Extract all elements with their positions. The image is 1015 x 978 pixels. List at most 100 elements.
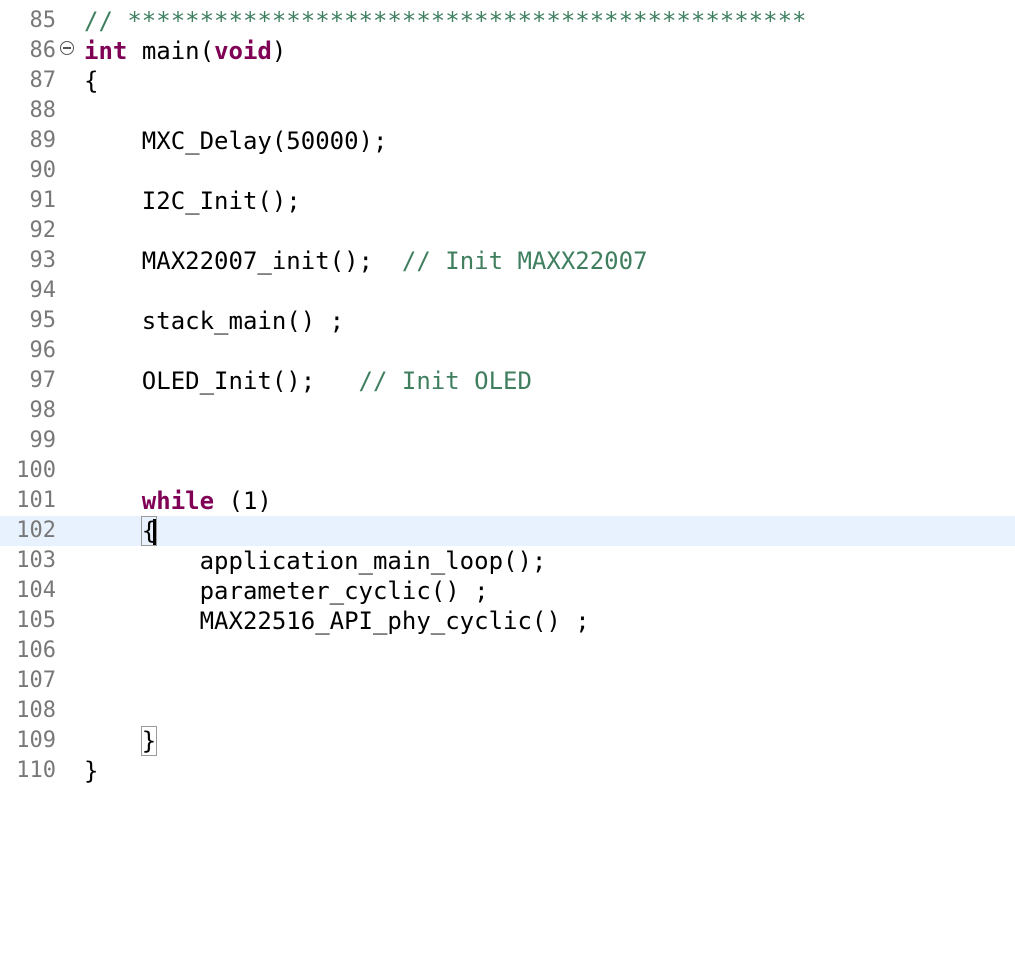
- code-text[interactable]: parameter_cyclic() ;: [84, 576, 489, 606]
- code-line[interactable]: 110}: [0, 756, 1015, 786]
- code-text[interactable]: int main(void): [84, 36, 286, 66]
- code-token: MAX22516_API_phy_cyclic() ;: [84, 607, 590, 635]
- line-gutter: 108: [0, 696, 78, 726]
- current-code-line[interactable]: 102 {: [0, 516, 1015, 546]
- line-gutter: 104: [0, 576, 78, 606]
- line-gutter: 95: [0, 306, 78, 336]
- code-line[interactable]: 86 int main(void): [0, 36, 1015, 66]
- line-number: 108: [16, 698, 56, 723]
- line-gutter: 96: [0, 336, 78, 366]
- line-gutter: 105: [0, 606, 78, 636]
- code-line[interactable]: 95 stack_main() ;: [0, 306, 1015, 336]
- fold-collapse-icon[interactable]: [60, 41, 74, 55]
- code-text[interactable]: application_main_loop();: [84, 546, 547, 576]
- line-gutter: 97: [0, 366, 78, 396]
- code-line[interactable]: 108: [0, 696, 1015, 726]
- code-line[interactable]: 90: [0, 156, 1015, 186]
- line-number: 104: [16, 578, 56, 603]
- matching-brace: }: [140, 726, 158, 756]
- line-number: 103: [16, 548, 56, 573]
- code-token: stack_main() ;: [84, 307, 345, 335]
- line-gutter: 98: [0, 396, 78, 426]
- line-gutter: 88: [0, 96, 78, 126]
- code-token: {: [84, 67, 99, 95]
- code-line[interactable]: 94: [0, 276, 1015, 306]
- function-name-token: main: [141, 37, 200, 65]
- code-text[interactable]: OLED_Init(); // Init OLED: [84, 366, 532, 396]
- code-editor[interactable]: 85 // ***********************************…: [0, 0, 1015, 978]
- code-text[interactable]: MAX22516_API_phy_cyclic() ;: [84, 606, 590, 636]
- keyword-token: void: [214, 37, 272, 65]
- code-line[interactable]: 106: [0, 636, 1015, 666]
- code-text[interactable]: while (1): [84, 486, 272, 516]
- code-line[interactable]: 85 // ***********************************…: [0, 6, 1015, 36]
- line-number: 97: [29, 368, 57, 393]
- code-token: MAX22007_init();: [84, 247, 402, 275]
- code-line[interactable]: 104 parameter_cyclic() ;: [0, 576, 1015, 606]
- line-number: 95: [29, 308, 57, 333]
- code-line[interactable]: 91 I2C_Init();: [0, 186, 1015, 216]
- line-number: 99: [29, 428, 57, 453]
- code-text[interactable]: }: [84, 756, 98, 786]
- line-gutter: 107: [0, 666, 78, 696]
- code-line[interactable]: 101 while (1): [0, 486, 1015, 516]
- code-text[interactable]: MAX22007_init(); // Init MAXX22007: [84, 246, 648, 276]
- line-number: 89: [29, 128, 57, 153]
- line-gutter: 100: [0, 456, 78, 486]
- code-line[interactable]: 107: [0, 666, 1015, 696]
- line-gutter: 90: [0, 156, 78, 186]
- code-line[interactable]: 87 {: [0, 66, 1015, 96]
- code-token: ): [271, 37, 287, 65]
- line-number: 92: [29, 218, 57, 243]
- code-line[interactable]: 105 MAX22516_API_phy_cyclic() ;: [0, 606, 1015, 636]
- code-token: application_main_loop();: [84, 547, 547, 575]
- line-gutter: 110: [0, 756, 78, 786]
- text-cursor: [153, 519, 157, 545]
- code-line[interactable]: 100: [0, 456, 1015, 486]
- line-gutter: 109: [0, 726, 78, 756]
- comment-token: // *************************************…: [84, 7, 807, 35]
- code-token: (: [199, 37, 215, 65]
- code-text[interactable]: }: [84, 726, 158, 756]
- code-line[interactable]: 97 OLED_Init(); // Init OLED: [0, 366, 1015, 396]
- line-number: 101: [16, 488, 56, 513]
- line-number: 94: [29, 278, 57, 303]
- line-number: 105: [16, 608, 56, 633]
- code-text[interactable]: stack_main() ;: [84, 306, 344, 336]
- code-text[interactable]: MXC_Delay(50000);: [84, 126, 388, 156]
- code-line[interactable]: 99: [0, 426, 1015, 456]
- code-line[interactable]: 88: [0, 96, 1015, 126]
- code-line[interactable]: 92: [0, 216, 1015, 246]
- code-line[interactable]: 98: [0, 396, 1015, 426]
- line-gutter: 94: [0, 276, 78, 306]
- code-text[interactable]: {: [84, 516, 158, 546]
- code-line[interactable]: 109 }: [0, 726, 1015, 756]
- code-token: (1): [214, 487, 272, 515]
- code-line[interactable]: 96: [0, 336, 1015, 366]
- line-gutter: 85: [0, 6, 78, 36]
- line-gutter: 101: [0, 486, 78, 516]
- code-token: OLED_Init();: [84, 367, 359, 395]
- line-number: 85: [29, 8, 57, 33]
- line-number: 88: [29, 98, 57, 123]
- line-gutter: 91: [0, 186, 78, 216]
- line-number: 90: [29, 158, 57, 183]
- code-line[interactable]: 103 application_main_loop();: [0, 546, 1015, 576]
- line-number: 91: [29, 188, 57, 213]
- line-gutter: 89: [0, 126, 78, 156]
- code-token: MXC_Delay(50000);: [84, 127, 388, 155]
- line-number: 86: [29, 38, 57, 63]
- keyword-token: int: [84, 37, 128, 65]
- line-number: 110: [16, 758, 56, 783]
- line-gutter: 99: [0, 426, 78, 456]
- code-line[interactable]: 93 MAX22007_init(); // Init MAXX22007: [0, 246, 1015, 276]
- code-text[interactable]: {: [84, 66, 98, 96]
- code-text[interactable]: // *************************************…: [84, 6, 806, 36]
- code-text[interactable]: I2C_Init();: [84, 186, 301, 216]
- code-line[interactable]: 89 MXC_Delay(50000);: [0, 126, 1015, 156]
- comment-token: // Init OLED: [358, 367, 532, 395]
